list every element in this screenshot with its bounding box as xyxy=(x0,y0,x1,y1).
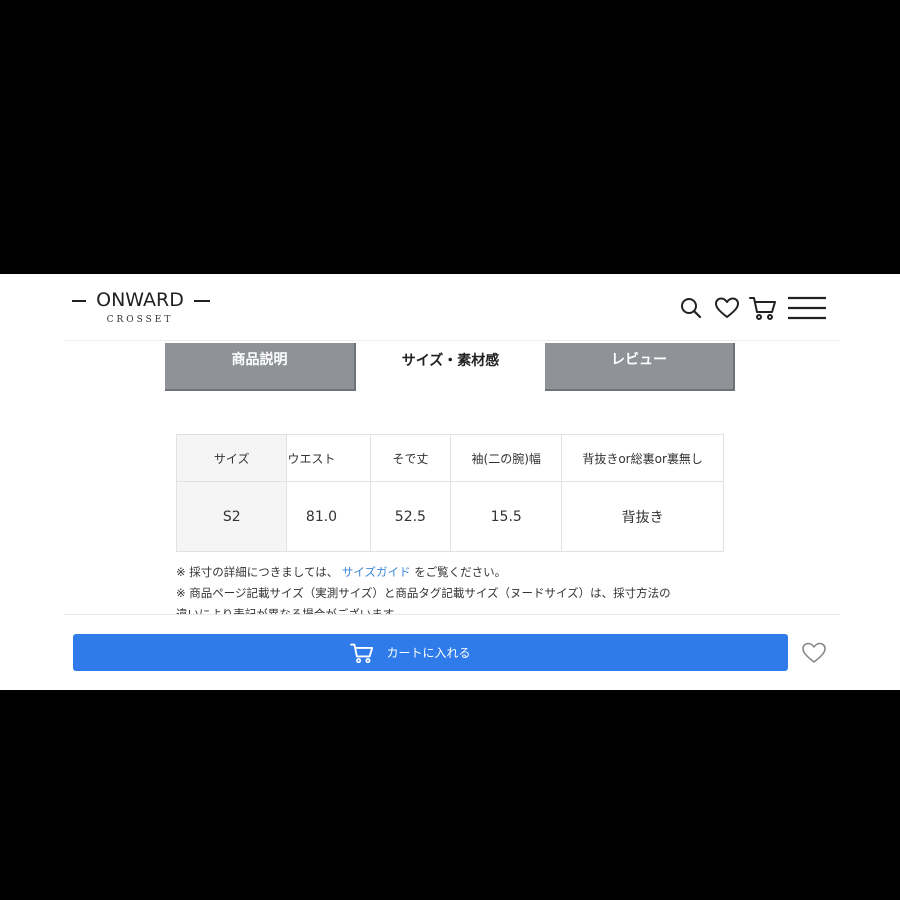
heart-icon[interactable] xyxy=(712,294,742,322)
note-1-prefix: ※ 採寸の詳細につきましては、 xyxy=(176,565,339,579)
logo-rule-right xyxy=(194,300,210,302)
cart-icon xyxy=(350,642,374,664)
size-table: サイズ ウエスト そで丈 袖(二の腕)幅 背抜きor総裏or裏無し S2 81.… xyxy=(175,434,724,552)
letterbox-top xyxy=(0,0,900,274)
search-icon[interactable] xyxy=(676,294,706,322)
logo-wordmark: ONWARD xyxy=(96,289,184,311)
logo-subtitle: CROSSET xyxy=(106,315,174,325)
note-1-suffix: をご覧ください。 xyxy=(414,565,507,579)
column-header-size: サイズ xyxy=(175,434,288,482)
tab-review[interactable]: レビュー xyxy=(545,343,735,391)
app-screen: ONWARD CROSSET 商品説明 サイズ・素材感 レビュー サイズ ウエス… xyxy=(0,274,900,690)
table-cell-sleeve-length: 52.5 xyxy=(369,481,452,552)
column-header-sleeve-width: 袖(二の腕)幅 xyxy=(450,434,563,482)
table-cell-size: S2 xyxy=(175,481,288,552)
add-to-cart-label: カートに入れる xyxy=(386,646,471,660)
table-cell-waist: 81.0 xyxy=(286,481,371,552)
table-cell-lining: 背抜き xyxy=(561,481,724,552)
heart-icon xyxy=(802,642,826,663)
tab-description[interactable]: 商品説明 xyxy=(165,343,356,391)
size-guide-link[interactable]: サイズガイド xyxy=(342,565,411,579)
note-line-2: ※ 商品ページ記載サイズ（実測サイズ）と商品タグ記載サイズ（ヌードサイズ）は、採… xyxy=(176,586,671,600)
site-header: ONWARD CROSSET xyxy=(64,274,840,341)
column-header-waist: ウエスト xyxy=(286,434,371,482)
letterbox-bottom xyxy=(0,690,900,900)
product-tabs: 商品説明 サイズ・素材感 レビュー xyxy=(165,343,735,392)
favorite-button[interactable] xyxy=(800,640,828,666)
brand-logo[interactable]: ONWARD CROSSET xyxy=(72,288,210,328)
table-header-row: サイズ ウエスト そで丈 袖(二の腕)幅 背抜きor総裏or裏無し xyxy=(175,434,724,482)
note-line-1: ※ 採寸の詳細につきましては、 サイズガイド をご覧ください。 xyxy=(176,562,736,583)
add-to-cart-button[interactable]: カートに入れる xyxy=(73,634,788,671)
column-header-sleeve-length: そで丈 xyxy=(369,434,452,482)
sticky-purchase-bar: カートに入れる xyxy=(64,614,840,690)
table-cell-sleeve-width: 15.5 xyxy=(450,481,563,552)
header-actions xyxy=(670,294,828,322)
logo-rule-left xyxy=(72,300,86,302)
tab-size-material[interactable]: サイズ・素材感 xyxy=(356,343,545,391)
menu-icon[interactable] xyxy=(786,294,828,322)
size-notes: ※ 採寸の詳細につきましては、 サイズガイド をご覧ください。 ※ 商品ページ記… xyxy=(176,562,736,616)
cart-icon[interactable] xyxy=(748,294,778,322)
table-row: S2 81.0 52.5 15.5 背抜き xyxy=(175,481,724,552)
column-header-lining: 背抜きor総裏or裏無し xyxy=(561,434,724,482)
